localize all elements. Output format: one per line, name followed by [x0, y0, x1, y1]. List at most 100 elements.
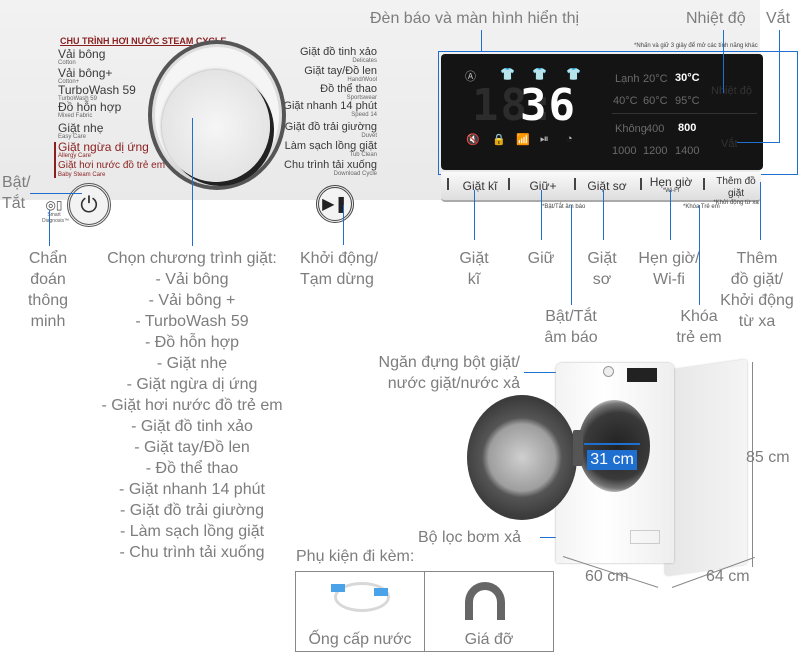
machine-dial [603, 366, 614, 377]
height-dimension: 85 cm [746, 449, 790, 466]
spin-option-selected: 800 [678, 122, 697, 134]
program-download-cycle[interactable]: Chu trình tải xuống Download Cycle [284, 160, 377, 178]
spin-option: 1200 [643, 145, 668, 157]
prewash-button[interactable]: Giặt sơ [582, 180, 632, 204]
shirt-steam-icon: 👕 [532, 67, 547, 81]
program-callout: Chọn chương trình giặt: - Vải bông - Vải… [88, 248, 296, 563]
power-button[interactable]: ⏻ [67, 183, 111, 227]
hose-holder-icon [465, 582, 505, 620]
accessory-hose: Ống cấp nước [296, 572, 425, 651]
shirt-icon: 👕 [500, 67, 515, 81]
hold-callout: Giữ [527, 250, 555, 267]
machine-display [627, 368, 657, 382]
program-tub-clean[interactable]: Làm sạch lồng giặt Tub Clean [285, 141, 377, 159]
program-cotton[interactable]: Vải bông Cotton [58, 48, 105, 67]
callout-line [670, 190, 671, 240]
program-list-item: - Giặt ngừa dị ứng [126, 376, 258, 393]
program-hand-wool[interactable]: Giặt tay/Đồ len Hand/Wool [304, 66, 377, 84]
shirt-allergy-icon: 👕 [566, 67, 581, 81]
spin-option: Không [615, 123, 647, 135]
temp-option: 60°C [643, 95, 668, 107]
program-easy-care[interactable]: Giặt nhẹ Easy Care [58, 122, 103, 141]
width-dimension: 60 cm [585, 568, 629, 585]
spin-option: 400 [646, 123, 665, 135]
door-hinge [573, 430, 583, 466]
program-list-item: - Làm sạch lồng giặt [119, 523, 265, 540]
spin-callout: Vắt [766, 10, 791, 27]
program-dial[interactable] [162, 70, 270, 182]
mute-icon: 🔇 [466, 134, 480, 146]
remote-start-icon: ⏯ [540, 133, 549, 145]
machine-side [665, 359, 747, 576]
program-delicates[interactable]: Giặt đồ tinh xảo Delicates [300, 47, 377, 65]
hose-connector-icon [374, 588, 388, 596]
child-lock-note: *Khóa Trẻ em [683, 204, 720, 210]
smart-diagnosis[interactable]: ◎▯ Smart Diagnosis™ [42, 198, 69, 224]
callout-line [723, 30, 724, 93]
rinse-callout: Giặt kĩ [459, 250, 489, 288]
spin-option: 1400 [675, 145, 700, 157]
callout-line [481, 30, 482, 52]
program-list-item: - Vải bông [155, 271, 229, 288]
temp-option: Lạnh [615, 73, 640, 85]
power-callout: Bật/Tắt [2, 174, 31, 212]
temp-option: 95°C [675, 95, 700, 107]
callout-line [49, 210, 50, 246]
callout-line [343, 205, 344, 245]
filter-callout: Bộ lọc bơm xả [418, 529, 521, 546]
program-list-item: - Chu trình tải xuống [119, 544, 265, 561]
detergent-callout: Ngăn đựng bột giặt/nước giặt/nước xả [378, 354, 520, 392]
temperature-callout: Nhiệt độ [686, 10, 746, 27]
callout-line [737, 142, 780, 143]
program-list-item: - Giặt đồ tinh xảo [131, 418, 253, 435]
program-list-item: - Giặt nhanh 14 phút [119, 481, 265, 498]
button-divider [640, 178, 642, 190]
rinse-button[interactable]: Giặt kĩ [455, 180, 505, 204]
program-list-item: - Giặt nhẹ [156, 355, 228, 372]
program-duvet[interactable]: Giặt đồ trải giường Duvet [285, 122, 377, 140]
program-baby-steam[interactable]: Giặt hơi nước đồ trẻ em Baby Steam Care [58, 160, 165, 179]
temp-option: 40°C [613, 95, 638, 107]
sound-callout: Bật/Tắt âm báo [544, 308, 598, 346]
accessory-holder: Giá đỡ [425, 572, 553, 651]
depth-dimension: 64 cm [706, 568, 750, 585]
program-list-item: - Giặt đồ trải giường [120, 502, 264, 519]
callout-line [760, 182, 761, 240]
temperature-button[interactable]: Nhiệt độ [711, 85, 752, 97]
callout-line [474, 190, 475, 240]
child-lock-callout: Khóa trẻ em [676, 308, 722, 346]
door [467, 395, 577, 520]
display-callout: Đèn báo và màn hình hiển thị [370, 10, 580, 27]
power-icon: ⏻ [80, 192, 98, 217]
program-mixed-fabric[interactable]: Đồ hỗn hợp Mixed Fabric [58, 101, 121, 120]
timer-wifi-button[interactable]: Hẹn giờ*Wi-Fi [646, 176, 696, 200]
program-allergy-care[interactable]: Giặt ngừa dị ứng Allergy Care [58, 141, 149, 160]
pump-filter [630, 530, 660, 544]
add-item-button[interactable]: Thêm đồ giặt *Khởi động từ xa [708, 176, 764, 206]
sound-note: *Bật/Tắt âm báo [542, 204, 586, 210]
drum-diameter: 31 cm [587, 450, 637, 470]
play-pause-icon: ▶❚ [322, 196, 348, 213]
spin-button[interactable]: Vắt [721, 138, 738, 150]
accessories-table: Ống cấp nước Giá đỡ [295, 571, 554, 652]
program-list-item: - Giặt hơi nước đồ trẻ em [101, 397, 283, 414]
smart-diag-callout: Chẩn đoán thông minh [27, 250, 69, 330]
press-hold-note: *Nhấn và giữ 3 giây để mở các tính năng … [634, 43, 758, 49]
smart-diagnosis-icon: ◎▯ [45, 198, 63, 212]
temp-option-selected: 30°C [675, 72, 700, 84]
start-pause-button[interactable]: ▶❚ [316, 185, 354, 223]
drum-dimension-arrow [584, 443, 640, 445]
callout-line [541, 190, 542, 240]
display-separator [612, 113, 757, 114]
hold-button[interactable]: Giữ+ [518, 180, 568, 204]
program-list-item: - Đồ thể thao [145, 460, 239, 477]
callout-line [192, 118, 193, 246]
timer-wifi-callout: Hẹn giờ/Wi-fi [638, 250, 700, 288]
program-list-item: - Vải bông + [148, 292, 236, 309]
callout-line [779, 30, 780, 143]
program-speed14[interactable]: Giặt nhanh 14 phút Speed 14 [283, 101, 377, 119]
spin-option: 1000 [612, 145, 637, 157]
button-divider [574, 178, 576, 190]
button-divider [508, 178, 510, 190]
callout-line [571, 205, 572, 305]
